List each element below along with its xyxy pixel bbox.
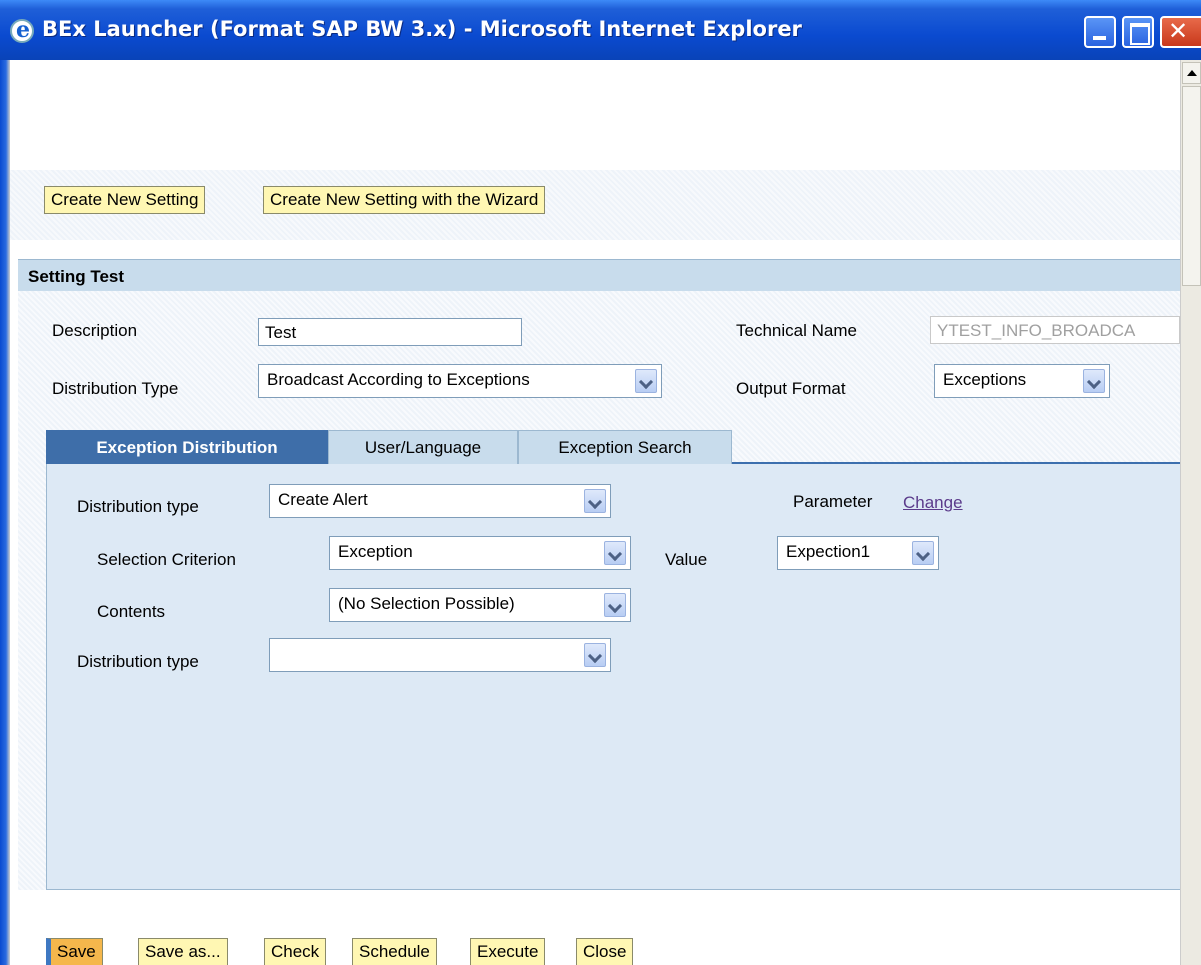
- contents-label: Contents: [97, 602, 166, 621]
- scroll-up-arrow-icon[interactable]: [1182, 62, 1201, 84]
- chevron-down-icon[interactable]: [604, 593, 626, 617]
- output-format-select[interactable]: Exceptions: [934, 364, 1110, 398]
- chevron-down-icon[interactable]: [1083, 369, 1105, 393]
- distribution-type-2-select[interactable]: [269, 638, 611, 672]
- value-select[interactable]: Expection1: [777, 536, 939, 570]
- window-title-bar: BEx Launcher (Format SAP BW 3.x) - Micro…: [0, 0, 1201, 60]
- chevron-down-icon[interactable]: [912, 541, 934, 565]
- minimize-button[interactable]: [1084, 16, 1116, 48]
- tab-exception-search[interactable]: Exception Search: [518, 430, 732, 464]
- exception-distribution-panel: Distribution type Create Alert Parameter…: [46, 464, 1180, 890]
- technical-name-label: Technical Name: [736, 321, 857, 340]
- save-as-button[interactable]: Save as...: [138, 938, 228, 965]
- schedule-button[interactable]: Schedule: [352, 938, 437, 965]
- maximize-button[interactable]: [1122, 16, 1154, 48]
- bottom-action-bar: Save Save as... Check Schedule Execute C…: [18, 890, 1180, 965]
- create-new-setting-wizard-button[interactable]: Create New Setting with the Wizard: [263, 186, 546, 214]
- selection-criterion-label: Selection Criterion: [97, 550, 236, 569]
- toolbar-area: Create New Setting Create New Setting wi…: [10, 60, 1180, 240]
- chevron-down-icon[interactable]: [584, 643, 606, 667]
- chevron-down-icon[interactable]: [635, 369, 657, 393]
- selection-criterion-select[interactable]: Exception: [329, 536, 631, 570]
- parameter-label: Parameter: [793, 492, 873, 511]
- tab-strip: Exception Distribution User/Language Exc…: [46, 430, 1180, 464]
- window-title: BEx Launcher (Format SAP BW 3.x) - Micro…: [42, 17, 802, 41]
- vertical-scrollbar[interactable]: [1180, 60, 1201, 965]
- check-button[interactable]: Check: [264, 938, 327, 965]
- distribution-type-label: Distribution Type: [52, 379, 179, 398]
- parameter-change-link[interactable]: Change: [903, 493, 963, 513]
- description-input[interactable]: Test: [258, 318, 522, 346]
- contents-select[interactable]: (No Selection Possible): [329, 588, 631, 622]
- create-new-setting-button[interactable]: Create New Setting: [44, 186, 206, 214]
- page-content: Create New Setting Create New Setting wi…: [10, 60, 1180, 965]
- save-button[interactable]: Save: [46, 938, 103, 965]
- tab-user-language[interactable]: User/Language: [328, 430, 518, 464]
- distribution-type-select[interactable]: Broadcast According to Exceptions: [258, 364, 662, 398]
- description-label: Description: [52, 321, 138, 340]
- chevron-down-icon[interactable]: [584, 489, 606, 513]
- execute-button[interactable]: Execute: [470, 938, 546, 965]
- output-format-label: Output Format: [736, 379, 846, 398]
- distribution-type-1-label: Distribution type: [77, 497, 199, 516]
- value-label: Value: [665, 550, 708, 569]
- scroll-thumb[interactable]: [1182, 86, 1201, 286]
- internet-explorer-icon: [10, 17, 34, 43]
- close-button[interactable]: Close: [576, 938, 634, 965]
- technical-name-input: YTEST_INFO_BROADCA: [930, 316, 1180, 344]
- window-frame-left: [0, 60, 10, 965]
- distribution-type-1-select[interactable]: Create Alert: [269, 484, 611, 518]
- distribution-type-2-label: Distribution type: [77, 652, 199, 671]
- setting-panel-header: Setting Test: [18, 259, 1180, 291]
- close-window-button[interactable]: [1160, 16, 1201, 48]
- chevron-down-icon[interactable]: [604, 541, 626, 565]
- tab-exception-distribution[interactable]: Exception Distribution: [46, 430, 328, 464]
